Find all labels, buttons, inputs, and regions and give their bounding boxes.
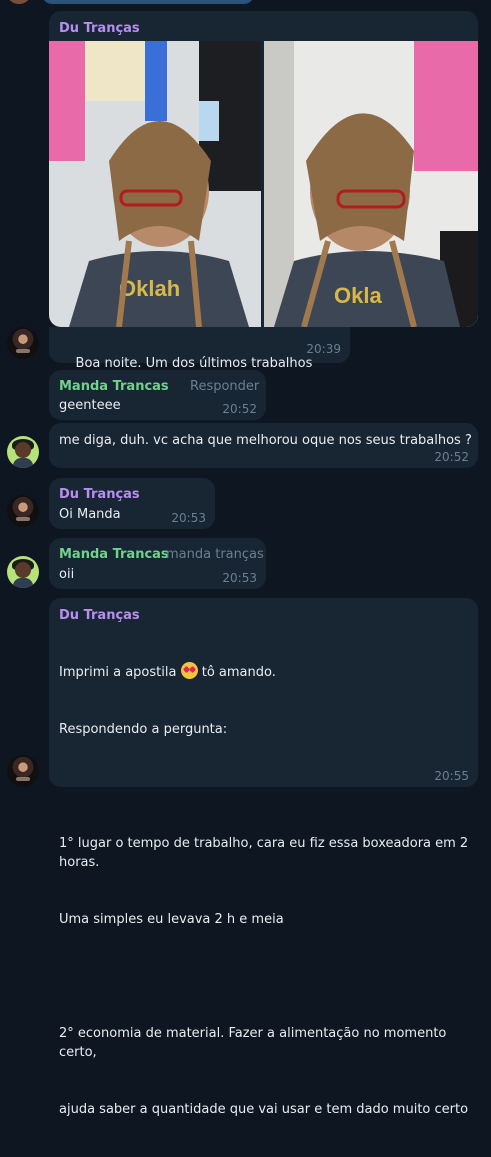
message-line: ajuda saber a quantidade que vai usar e …	[59, 1102, 469, 1117]
message-bubble[interactable]: Manda Trancas manda tranças oii 20:53	[49, 538, 266, 589]
message-bubble[interactable]: Boa noite. Um dos últimos trabalhos 20:3…	[49, 327, 350, 390]
sender-name[interactable]: Du Tranças	[59, 21, 140, 36]
avatar-manda-trancas[interactable]	[7, 556, 39, 588]
previous-message-bubble-edge	[42, 0, 254, 4]
hairstyle-photo-front[interactable]: Oklah	[49, 41, 261, 327]
sender-tag: manda tranças	[166, 547, 264, 562]
message-bubble[interactable]: Manda Trancas Responder geenteee 20:52	[49, 370, 266, 420]
message-text: oii	[59, 567, 75, 582]
message-time: 20:53	[222, 571, 257, 585]
avatar-partial[interactable]	[8, 0, 30, 4]
message-text-content: Boa noite. Um dos últimos trabalhos	[75, 356, 313, 371]
sender-name[interactable]: Manda Trancas	[59, 379, 169, 394]
message-time: 20:39	[306, 342, 341, 356]
svg-text:Oklah: Oklah	[119, 276, 180, 301]
message-bubble-photos[interactable]: Du Tranças Oklah Okla	[49, 11, 478, 327]
message-text: Imprimi a apostila tô amando. Respondend…	[59, 624, 478, 1157]
avatar-manda-trancas[interactable]	[7, 436, 39, 468]
message-text: me diga, duh. vc acha que melhorou oque …	[59, 433, 472, 448]
message-time: 20:52	[434, 450, 469, 464]
message-line: Imprimi a apostila tô amando.	[59, 662, 478, 682]
message-text: geenteee	[59, 398, 121, 413]
message-line-part: Imprimi a apostila	[59, 665, 177, 680]
message-time: 20:53	[171, 511, 206, 525]
message-line: Respondendo a pergunta:	[59, 722, 228, 737]
hairstyle-photo-side[interactable]: Okla	[264, 41, 478, 327]
message-line: 1° lugar o tempo de trabalho, cara eu fi…	[59, 836, 473, 870]
avatar-du-trancas[interactable]	[7, 495, 39, 527]
message-text: Oi Manda	[59, 507, 121, 522]
message-bubble[interactable]: me diga, duh. vc acha que melhorou oque …	[49, 423, 478, 468]
sender-name[interactable]: Du Tranças	[59, 487, 140, 502]
message-time: 20:55	[434, 769, 469, 783]
sender-name[interactable]: Manda Trancas	[59, 547, 169, 562]
message-bubble[interactable]: Du Tranças Oi Manda 20:53	[49, 478, 215, 529]
message-line-part: tô amando.	[201, 665, 276, 680]
message-time: 20:52	[222, 402, 257, 416]
message-line: Uma simples eu levava 2 h e meia	[59, 912, 284, 927]
avatar-du-trancas[interactable]	[7, 327, 39, 359]
avatar-du-trancas[interactable]	[7, 755, 39, 787]
heart-eyes-emoji-icon	[180, 662, 198, 679]
sender-name[interactable]: Du Tranças	[59, 608, 140, 623]
reply-label[interactable]: Responder	[190, 379, 259, 394]
message-line: 2° economia de material. Fazer a aliment…	[59, 1026, 451, 1060]
message-bubble[interactable]: Du Tranças Imprimi a apostila tô amando.…	[49, 598, 478, 1117]
svg-text:Okla: Okla	[334, 283, 382, 308]
